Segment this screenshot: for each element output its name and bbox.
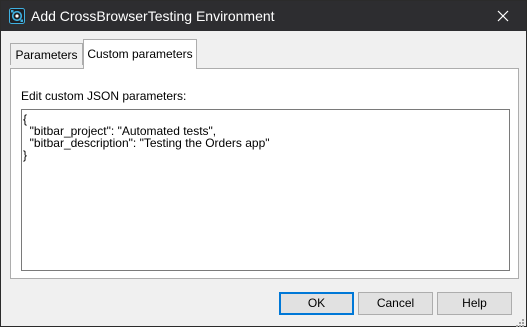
close-button[interactable] [480,1,526,31]
json-editor[interactable]: { "bitbar_project": "Automated tests", "… [21,109,510,271]
editor-line: } [23,148,28,162]
title-bar[interactable]: Add CrossBrowserTesting Environment [1,1,526,31]
tab-custom-parameters[interactable]: Custom parameters [83,39,197,69]
editor-label: Edit custom JSON parameters: [21,89,187,103]
dialog-window: Add CrossBrowserTesting Environment Para… [0,0,527,327]
cancel-button[interactable]: Cancel [358,292,433,315]
help-button[interactable]: Help [437,292,512,315]
window-title: Add CrossBrowserTesting Environment [31,8,275,24]
editor-line: "bitbar_description": "Testing the Order… [23,136,270,150]
custom-parameters-panel: Edit custom JSON parameters: { "bitbar_p… [10,68,519,279]
ok-button[interactable]: OK [279,292,354,315]
crossbrowsertesting-app-icon [9,8,25,24]
close-icon [497,10,509,22]
tab-parameters[interactable]: Parameters [10,43,83,65]
resize-grip-icon[interactable] [514,314,524,327]
